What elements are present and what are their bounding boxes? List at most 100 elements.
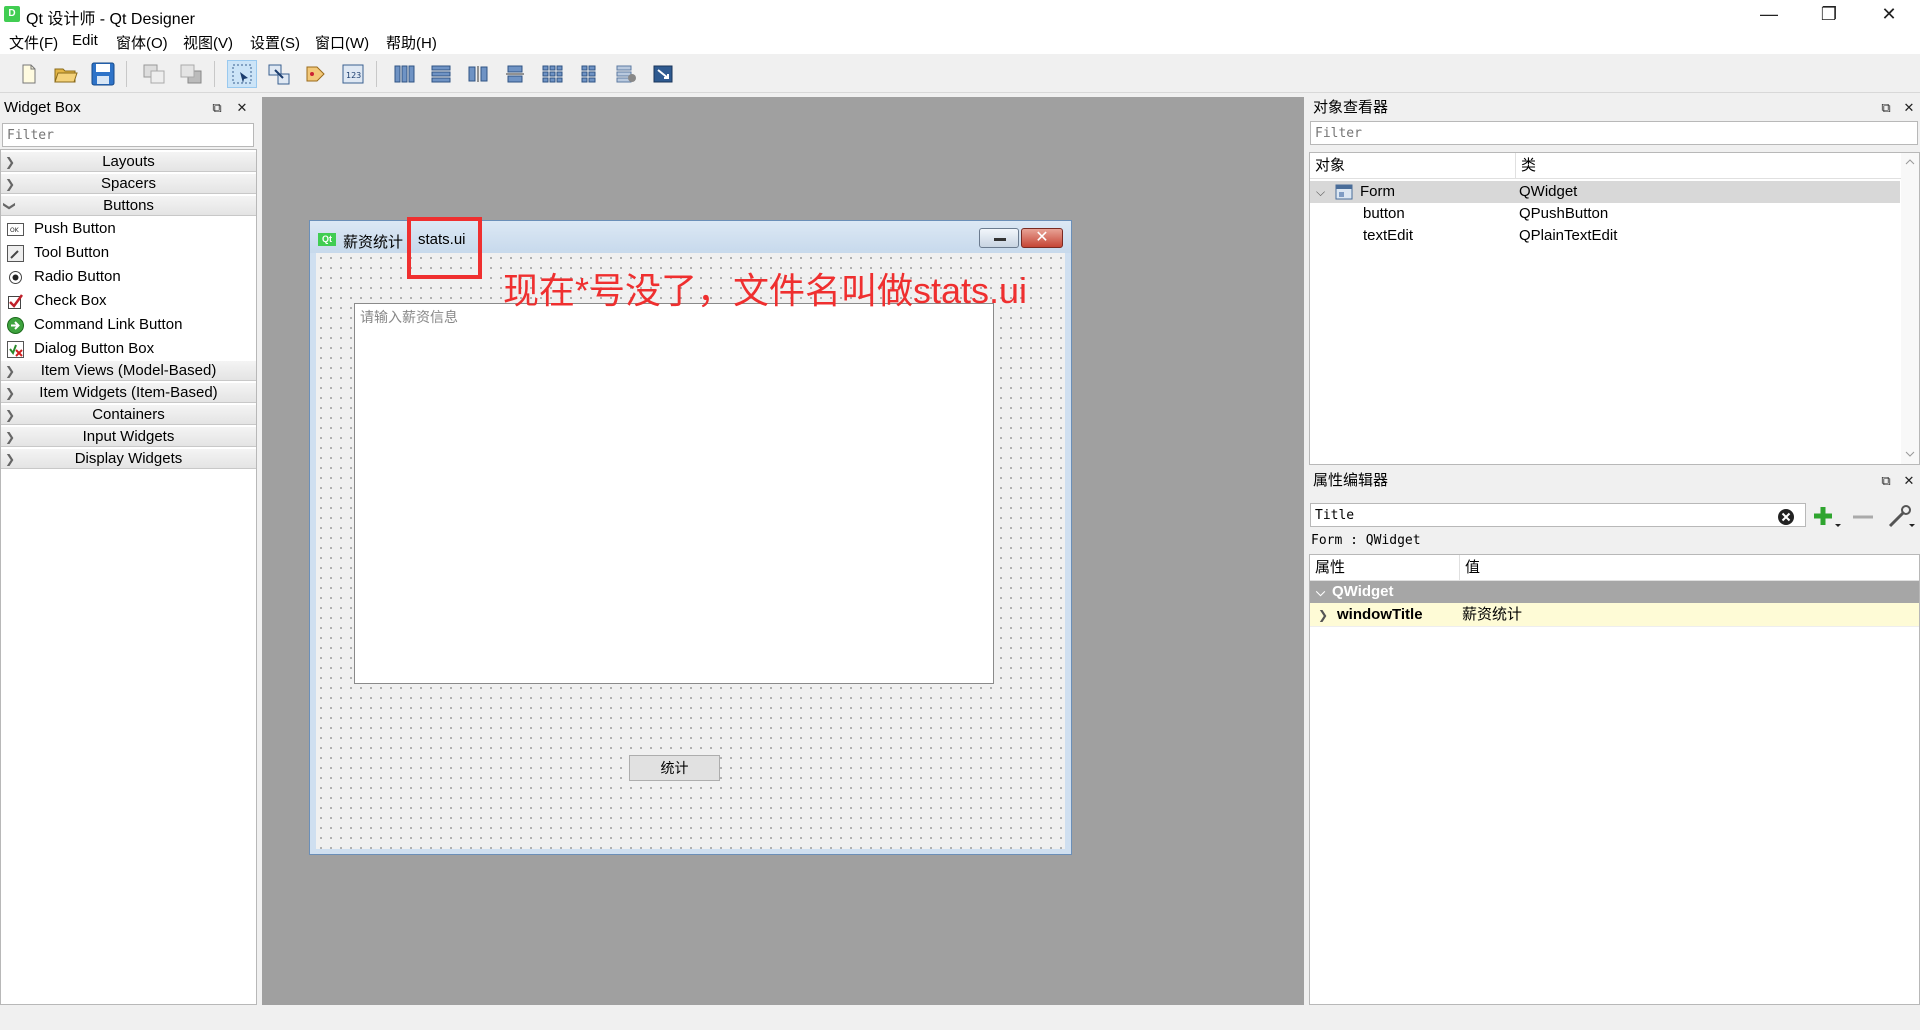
chevron-down-icon: ❯ — [3, 200, 18, 212]
widget-label: Push Button — [34, 220, 116, 237]
clear-filter-icon[interactable] — [1777, 508, 1795, 526]
menu-file[interactable]: 文件(F) — [9, 32, 58, 53]
layout-vertical-splitter-icon[interactable] — [500, 60, 530, 88]
object-filter-input[interactable] — [1310, 121, 1918, 145]
category-label: Buttons — [103, 197, 154, 214]
vertical-scrollbar[interactable] — [1901, 153, 1919, 464]
form-close-button[interactable]: ✕ — [1021, 228, 1063, 248]
chevron-right-icon: ❯ — [5, 452, 16, 466]
property-name: windowTitle — [1337, 606, 1423, 623]
chevron-right-icon: ❯ — [5, 430, 16, 444]
group-label: QWidget — [1332, 583, 1394, 600]
category-display-widgets[interactable]: ❯ Display Widgets — [1, 449, 256, 469]
remove-property-icon[interactable] — [1850, 504, 1876, 530]
tree-row-button[interactable]: button QPushButton — [1310, 203, 1900, 225]
layout-grid-icon[interactable] — [537, 60, 567, 88]
menu-form[interactable]: 窗体(O) — [116, 32, 168, 53]
form-minimize-button[interactable] — [979, 228, 1019, 248]
property-list: 属性 值 ⌵ QWidget ❯ windowTitle 薪资统计 — [1309, 554, 1920, 1005]
menu-edit[interactable]: Edit — [72, 32, 98, 49]
category-layouts[interactable]: ❯ Layouts — [1, 152, 256, 172]
menu-window[interactable]: 窗口(W) — [315, 32, 369, 53]
category-item-views[interactable]: ❯ Item Views (Model-Based) — [1, 361, 256, 381]
edit-buddies-icon[interactable] — [301, 60, 331, 88]
edit-tab-order-icon[interactable]: 123 — [338, 60, 368, 88]
property-group-qwidget[interactable]: ⌵ QWidget — [1310, 581, 1919, 603]
widget-push-button[interactable]: OK Push Button — [1, 217, 256, 241]
add-property-icon[interactable] — [1813, 504, 1841, 530]
object-name: textEdit — [1363, 227, 1414, 244]
chevron-down-icon: ⌵ — [1316, 585, 1326, 599]
save-icon[interactable] — [88, 60, 118, 88]
chevron-right-icon: ❯ — [1318, 608, 1329, 622]
text-edit[interactable]: 请输入薪资信息 — [354, 303, 994, 684]
widget-check-box[interactable]: Check Box — [1, 289, 256, 313]
tree-row-form[interactable]: ⌵ Form QWidget — [1310, 181, 1900, 203]
widget-filter-input[interactable] — [2, 123, 254, 147]
edit-signals-slots-icon[interactable] — [264, 60, 294, 88]
tree-row-textedit[interactable]: textEdit QPlainTextEdit — [1310, 225, 1900, 247]
dialog-button-box-icon — [7, 341, 24, 358]
push-button-icon: OK — [7, 223, 24, 236]
column-object[interactable]: 对象 — [1310, 153, 1516, 179]
open-folder-icon[interactable] — [51, 60, 81, 88]
dock-close-icon[interactable]: ✕ — [1900, 99, 1918, 117]
dock-close-icon[interactable]: ✕ — [233, 99, 251, 117]
annotation-text: 现在*号没了，文件名叫做stats.ui — [503, 270, 1028, 311]
form-canvas[interactable]: 请输入薪资信息 统计 — [316, 253, 1065, 849]
stats-button[interactable]: 统计 — [629, 755, 720, 781]
close-button[interactable]: ✕ — [1866, 0, 1912, 28]
window-title: Qt 设计师 - Qt Designer — [26, 11, 195, 28]
qt-logo-icon: Qt — [318, 233, 336, 246]
new-file-icon[interactable] — [14, 60, 44, 88]
menu-view[interactable]: 视图(V) — [183, 32, 233, 53]
tool-button-icon — [7, 245, 24, 262]
category-spacers[interactable]: ❯ Spacers — [1, 174, 256, 194]
send-to-back-icon[interactable] — [139, 60, 169, 88]
svg-text:123: 123 — [346, 71, 361, 80]
property-row-windowtitle[interactable]: ❯ windowTitle 薪资统计 — [1310, 603, 1919, 627]
form-title: 薪资统计 — [343, 234, 404, 251]
bring-to-front-icon[interactable] — [176, 60, 206, 88]
float-icon[interactable]: ⧉ — [1877, 472, 1895, 490]
configure-wrench-icon[interactable] — [1886, 504, 1916, 530]
widget-tool-button[interactable]: Tool Button — [1, 241, 256, 265]
class-name: QWidget — [1519, 183, 1578, 200]
category-containers[interactable]: ❯ Containers — [1, 405, 256, 425]
layout-vertical-icon[interactable] — [426, 60, 456, 88]
float-icon[interactable]: ⧉ — [208, 99, 226, 117]
adjust-size-icon[interactable] — [648, 60, 678, 88]
layout-horizontal-splitter-icon[interactable] — [463, 60, 493, 88]
radio-button-icon — [9, 271, 22, 284]
chevron-down-icon: ⌵ — [1316, 185, 1326, 199]
break-layout-icon[interactable] — [611, 60, 641, 88]
category-label: Display Widgets — [74, 450, 183, 467]
widget-dialog-button-box[interactable]: Dialog Button Box — [1, 337, 256, 361]
column-class[interactable]: 类 — [1516, 153, 1901, 179]
column-property[interactable]: 属性 — [1310, 555, 1460, 581]
category-item-widgets[interactable]: ❯ Item Widgets (Item-Based) — [1, 383, 256, 403]
property-context-label: Form : QWidget — [1311, 533, 1421, 548]
category-buttons[interactable]: ❯ Buttons — [1, 196, 256, 216]
float-icon[interactable]: ⧉ — [1877, 99, 1895, 117]
chevron-right-icon: ❯ — [5, 155, 16, 169]
property-filter-input[interactable] — [1310, 503, 1806, 527]
menu-help[interactable]: 帮助(H) — [386, 32, 437, 53]
qt-designer-logo-icon: D — [4, 6, 20, 22]
highlight-box — [407, 217, 482, 279]
menu-settings[interactable]: 设置(S) — [250, 32, 300, 53]
status-bar — [0, 1005, 1920, 1030]
class-name: QPlainTextEdit — [1519, 227, 1618, 244]
widget-command-link-button[interactable]: Command Link Button — [1, 313, 256, 337]
category-input-widgets[interactable]: ❯ Input Widgets — [1, 427, 256, 447]
column-value[interactable]: 值 — [1460, 555, 1919, 581]
maximize-button[interactable]: ❐ — [1806, 0, 1852, 28]
property-value[interactable]: 薪资统计 — [1462, 603, 1522, 627]
layout-horizontal-icon[interactable] — [389, 60, 419, 88]
layout-form-icon[interactable] — [574, 60, 604, 88]
dock-close-icon[interactable]: ✕ — [1900, 472, 1918, 490]
edit-widgets-icon[interactable] — [227, 60, 257, 88]
widget-radio-button[interactable]: Radio Button — [1, 265, 256, 289]
minimize-button[interactable]: — — [1746, 0, 1792, 28]
form-window[interactable]: Qt 薪资统计 stats.ui ✕ 请输入薪资信息 统计 — [309, 220, 1072, 855]
